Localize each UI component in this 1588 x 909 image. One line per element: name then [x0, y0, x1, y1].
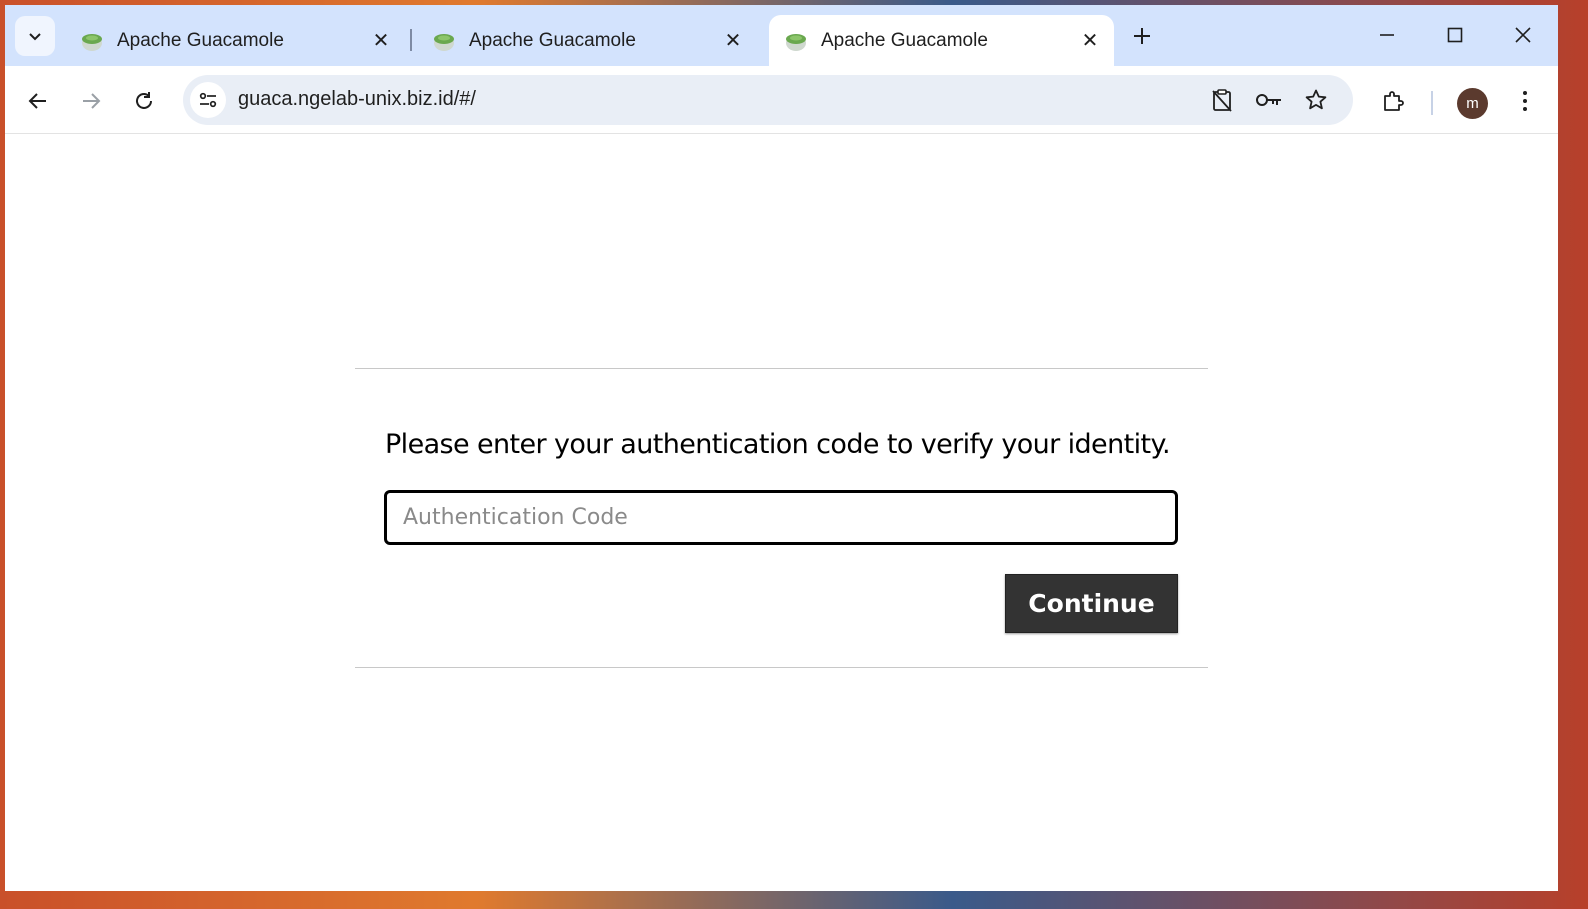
tab-search-button[interactable]: [15, 16, 55, 56]
tab-separator: [410, 29, 412, 51]
toolbar-divider: [1431, 91, 1433, 115]
site-info-button[interactable]: [190, 82, 226, 118]
tab-1-close-icon[interactable]: ✕: [367, 27, 395, 55]
tab-2-close-icon[interactable]: ✕: [719, 27, 747, 55]
minimize-icon: [1380, 34, 1394, 36]
minimize-button[interactable]: [1364, 15, 1410, 55]
maximize-button[interactable]: [1432, 15, 1478, 55]
tab-1-title: Apache Guacamole: [117, 29, 284, 51]
maximize-icon: [1447, 27, 1463, 43]
tab-3-close-icon[interactable]: ✕: [1076, 27, 1104, 55]
authentication-code-input[interactable]: [384, 490, 1178, 545]
address-bar[interactable]: guaca.ngelab-unix.biz.id/#/: [183, 75, 1353, 125]
bookmark-button[interactable]: [1299, 83, 1333, 117]
browser-menu-button[interactable]: [1507, 83, 1543, 119]
tab-2[interactable]: Apache Guacamole ✕: [417, 15, 757, 66]
bookmark-star-icon: [1305, 89, 1327, 110]
continue-button[interactable]: Continue: [1005, 574, 1178, 633]
close-window-button[interactable]: [1500, 15, 1546, 55]
extensions-puzzle-icon: [1384, 91, 1404, 111]
back-button[interactable]: [20, 83, 56, 119]
forward-button[interactable]: [73, 83, 109, 119]
close-window-icon: [1515, 27, 1531, 43]
new-tab-button[interactable]: [1127, 21, 1157, 51]
clipboard-blocked-button[interactable]: [1205, 83, 1239, 117]
page-content: Please enter your authentication code to…: [5, 135, 1558, 891]
site-info-icon: [199, 92, 217, 108]
url-text[interactable]: guaca.ngelab-unix.biz.id/#/: [238, 88, 476, 111]
back-arrow-icon: [28, 93, 46, 109]
top-divider: [355, 368, 1208, 369]
tab-strip: Apache Guacamole ✕ Apache Guacamole ✕ Ap…: [5, 5, 1558, 66]
reload-button[interactable]: [126, 83, 162, 119]
guacamole-favicon-icon: [82, 33, 102, 51]
bottom-divider: [355, 667, 1208, 668]
guacamole-favicon-icon: [434, 33, 454, 51]
tab-3-active[interactable]: Apache Guacamole ✕: [769, 15, 1114, 66]
reload-icon: [136, 92, 152, 109]
plus-icon: [1134, 28, 1150, 44]
guacamole-favicon-icon: [786, 33, 806, 51]
browser-window: Apache Guacamole ✕ Apache Guacamole ✕ Ap…: [5, 5, 1558, 891]
browser-toolbar: guaca.ngelab-unix.biz.id/#/ m: [5, 66, 1558, 134]
forward-arrow-icon: [83, 93, 101, 109]
profile-avatar[interactable]: m: [1457, 88, 1488, 119]
password-key-icon: [1256, 94, 1281, 106]
tab-3-title: Apache Guacamole: [821, 29, 988, 51]
chevron-down-icon: [29, 33, 41, 41]
extensions-button[interactable]: [1375, 83, 1411, 119]
tab-2-title: Apache Guacamole: [469, 29, 636, 51]
password-manager-button[interactable]: [1252, 83, 1286, 117]
tab-1[interactable]: Apache Guacamole ✕: [65, 15, 405, 66]
auth-prompt: Please enter your authentication code to…: [385, 429, 1171, 460]
kebab-menu-icon: [1523, 91, 1527, 111]
clipboard-blocked-icon: [1212, 89, 1232, 112]
